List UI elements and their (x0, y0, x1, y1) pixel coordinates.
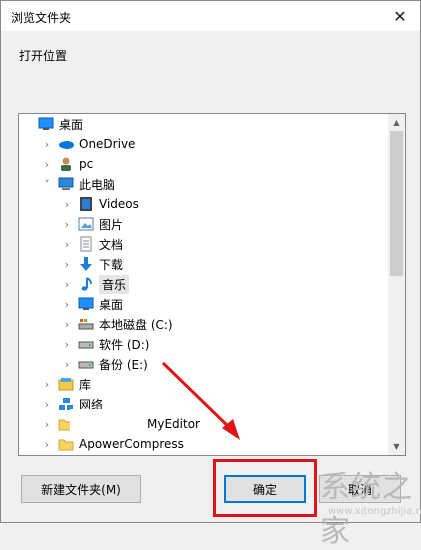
library-icon (57, 376, 75, 392)
tree-item[interactable]: 桌面 (19, 114, 389, 134)
tree-item-label: 本地磁盘 (C:) (99, 317, 173, 332)
chevron-right-icon[interactable]: › (61, 338, 73, 351)
chevron-right-icon[interactable]: › (61, 218, 73, 231)
chevron-right-icon[interactable]: › (61, 278, 73, 291)
desktop-icon (77, 296, 95, 312)
tree-item-label: 库 (79, 377, 92, 392)
close-icon: ✕ (393, 6, 407, 26)
documents-icon (77, 236, 95, 252)
tree-item-label: ApowerCompress (79, 437, 184, 451)
chevron-right-icon[interactable]: › (41, 398, 53, 411)
tree-item[interactable]: › 本地磁盘 (C:) (19, 314, 405, 334)
tree-item-label: 文档 (99, 237, 124, 252)
tree-item-label: 桌面 (59, 117, 84, 132)
tree-item[interactable]: › 桌面 (19, 294, 405, 314)
tree-item[interactable]: › 音乐 (19, 274, 405, 294)
tree-item[interactable]: › 备份 (E:) (19, 354, 405, 374)
videos-icon (77, 196, 95, 212)
chevron-down-icon[interactable]: ˅ (41, 178, 53, 191)
tree-item[interactable]: › Videos (19, 194, 405, 214)
tree-item[interactable]: › 文档 (19, 234, 405, 254)
chevron-right-icon[interactable]: › (61, 298, 73, 311)
download-icon (77, 256, 95, 272)
tree-item-label: 此电脑 (79, 177, 116, 192)
music-icon (77, 276, 95, 292)
chevron-right-icon[interactable]: › (61, 318, 73, 331)
chevron-right-icon[interactable]: › (41, 438, 53, 451)
chevron-right-icon[interactable]: › (61, 358, 73, 371)
chevron-right-icon[interactable]: › (61, 198, 73, 211)
user-icon (57, 156, 75, 172)
redacted-patch (70, 409, 136, 439)
title-bar: 浏览文件夹 ✕ (1, 1, 420, 31)
chevron-right-icon[interactable]: › (41, 158, 53, 171)
tree-item[interactable]: › 图片 (19, 214, 405, 234)
tree-item-label: MyEditor (147, 417, 200, 431)
close-button[interactable]: ✕ (380, 1, 420, 31)
tree-item[interactable]: › 软件 (D:) (19, 334, 405, 354)
onedrive-icon (57, 136, 75, 152)
drive-icon (77, 356, 95, 372)
watermark-url: www.xitongzhijia.net (328, 506, 421, 517)
drive-icon (77, 336, 95, 352)
chevron-right-icon[interactable]: › (61, 258, 73, 271)
tree-item-label: Videos (99, 197, 139, 211)
chevron-right-icon[interactable]: › (61, 238, 73, 251)
desktop-icon (37, 116, 55, 132)
chevron-right-icon[interactable]: › (41, 378, 53, 391)
browse-folder-dialog: 浏览文件夹 ✕ 打开位置 ▲ ▼ 桌面 › OneDrive › pc ˅ 此电脑 › Vide… (0, 0, 421, 523)
tree-item[interactable]: › OneDrive (19, 134, 405, 154)
tree-item[interactable]: ˅ 此电脑 (19, 174, 405, 194)
tree-item[interactable]: › 下载 (19, 254, 405, 274)
tree-item[interactable]: › pc (19, 154, 405, 174)
folder-tree[interactable]: ▲ ▼ 桌面 › OneDrive › pc ˅ 此电脑 › Videos › 图片 › 文档 › 下载 › 音… (18, 113, 406, 456)
new-folder-button[interactable]: 新建文件夹(M) (21, 475, 141, 503)
chevron-right-icon[interactable]: › (41, 418, 53, 431)
computer-icon (57, 176, 75, 192)
tree-item-label: pc (79, 157, 94, 171)
tree-item-label: 备份 (E:) (99, 357, 148, 372)
chevron-right-icon[interactable]: › (41, 138, 53, 151)
tree-item-label: 桌面 (99, 297, 124, 312)
dialog-prompt: 打开位置 (19, 49, 68, 63)
drive-c-icon (77, 316, 95, 332)
tree-item-label: 软件 (D:) (99, 337, 150, 352)
pictures-icon (77, 216, 95, 232)
tree-item-label: OneDrive (79, 137, 136, 151)
tree-item-label: 图片 (99, 217, 124, 232)
tree-item-label: 下载 (99, 257, 124, 272)
tree-item[interactable]: › 库 (19, 374, 405, 394)
tree-item-label: 音乐 (99, 274, 130, 294)
scroll-up-icon[interactable]: ▲ (388, 114, 405, 131)
window-title: 浏览文件夹 (11, 11, 72, 25)
highlight-box (213, 459, 317, 517)
